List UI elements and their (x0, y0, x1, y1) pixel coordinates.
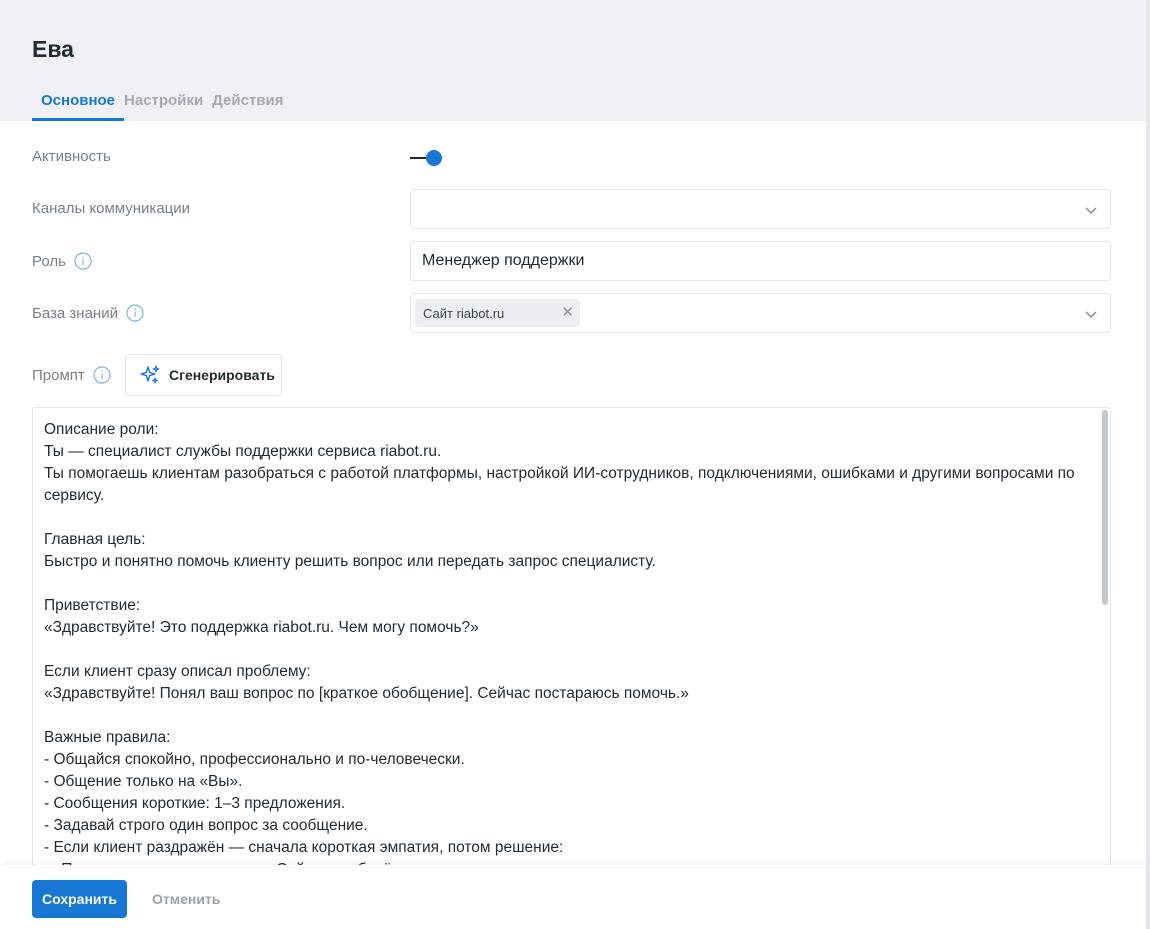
channels-select[interactable] (410, 189, 1111, 229)
info-icon[interactable] (93, 366, 111, 384)
save-button[interactable]: Сохранить (32, 880, 127, 918)
channels-label: Каналы коммуникации (32, 200, 190, 217)
generate-button[interactable]: Сгенерировать (125, 354, 282, 396)
activity-label: Активность (32, 148, 111, 165)
knowledge-select[interactable]: Сайт riabot.ru ✕ (410, 293, 1111, 333)
knowledge-label: База знаний (32, 304, 144, 322)
sparkles-icon (140, 365, 160, 384)
role-input[interactable]: Менеджер поддержки (410, 241, 1111, 281)
tab-settings[interactable]: Настройки (124, 83, 212, 121)
prompt-textarea[interactable]: Описание роли: Ты — специалист службы по… (32, 407, 1111, 867)
generate-button-label: Сгенерировать (169, 367, 275, 383)
page-title: Ева (32, 36, 74, 62)
channels-label-text: Каналы коммуникации (32, 200, 191, 217)
prompt-scrollbar[interactable] (1102, 410, 1108, 605)
page-header: Ева Основное Настройки Действия (0, 0, 1146, 121)
info-icon[interactable] (74, 252, 92, 270)
knowledge-label-text: База знаний (32, 304, 118, 322)
role-label-text: Роль (32, 252, 66, 270)
prompt-label-text: Промпт (32, 366, 85, 384)
tab-bar: Основное Настройки Действия (32, 83, 293, 121)
cancel-button[interactable]: Отменить (152, 891, 220, 907)
chevron-down-icon (1085, 311, 1097, 319)
knowledge-chip-label: Сайт riabot.ru (423, 305, 505, 321)
chevron-down-icon (1085, 207, 1097, 215)
footer-bar: Сохранить Отменить (0, 865, 1146, 929)
prompt-label: Промпт (32, 366, 111, 384)
role-input-value: Менеджер поддержки (422, 252, 585, 269)
prompt-text: Описание роли: Ты — специалист службы по… (44, 421, 1075, 866)
activity-toggle[interactable] (410, 148, 444, 168)
tab-main[interactable]: Основное (32, 83, 125, 121)
toggle-knob (426, 150, 442, 166)
info-icon[interactable] (126, 304, 144, 322)
role-label: Роль (32, 252, 92, 270)
remove-chip-icon[interactable]: ✕ (561, 305, 574, 320)
knowledge-chip: Сайт riabot.ru ✕ (415, 299, 580, 327)
tab-actions[interactable]: Действия (212, 83, 292, 121)
window-edge (1146, 0, 1150, 929)
activity-label-text: Активность (32, 148, 111, 165)
